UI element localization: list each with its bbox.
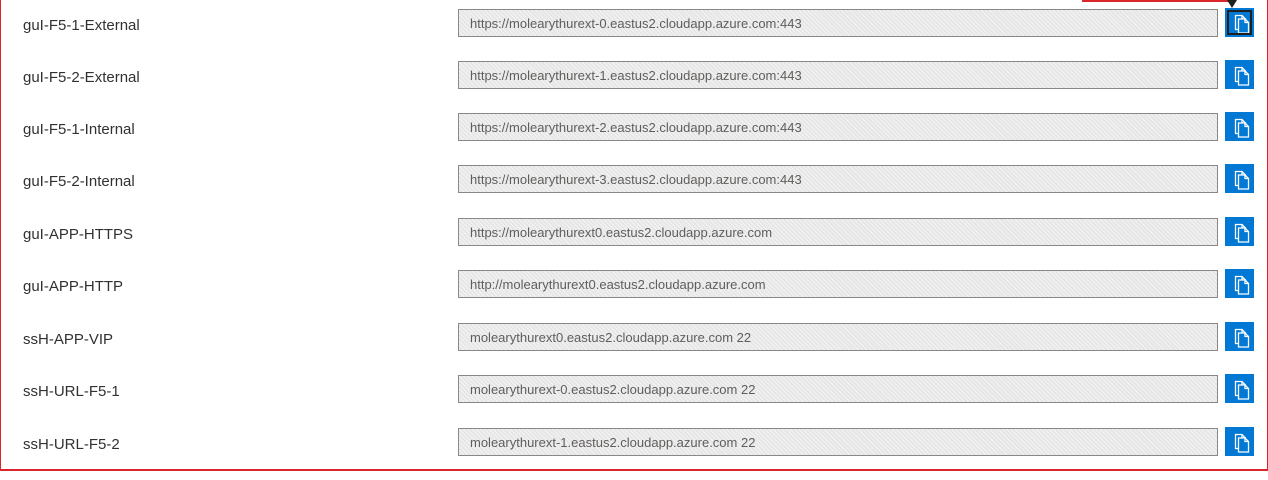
copy-to-clipboard-button[interactable] [1225, 60, 1254, 89]
cursor-pointer-icon [1227, 0, 1237, 8]
output-label: guI-APP-HTTPS [23, 226, 134, 243]
output-value-field[interactable] [458, 428, 1218, 456]
output-value-field[interactable] [458, 323, 1218, 351]
copy-to-clipboard-button[interactable] [1225, 374, 1254, 403]
copy-icon [1234, 223, 1250, 243]
copy-to-clipboard-button[interactable] [1225, 8, 1254, 37]
copy-to-clipboard-button[interactable] [1225, 322, 1254, 351]
output-label: guI-F5-2-External [23, 69, 140, 86]
output-row-gui-f5-2-external: guI-F5-2-External [0, 60, 1268, 113]
output-label: ssH-URL-F5-1 [23, 383, 120, 400]
output-label: guI-F5-1-External [23, 17, 140, 34]
output-row-gui-f5-1-external: guI-F5-1-External [0, 8, 1268, 61]
output-row-gui-f5-1-internal: guI-F5-1-Internal [0, 112, 1268, 165]
output-label: guI-F5-1-Internal [23, 121, 135, 138]
output-label: guI-F5-2-Internal [23, 173, 135, 190]
output-value-field[interactable] [458, 375, 1218, 403]
output-label: ssH-URL-F5-2 [23, 436, 120, 453]
copy-to-clipboard-button[interactable] [1225, 269, 1254, 298]
copy-icon [1234, 380, 1250, 400]
copy-icon [1234, 275, 1250, 295]
output-row-ssh-url-f5-1: ssH-URL-F5-1 [0, 374, 1268, 427]
output-value-field[interactable] [458, 113, 1218, 141]
copy-to-clipboard-button[interactable] [1225, 427, 1254, 456]
copy-to-clipboard-button[interactable] [1225, 112, 1254, 141]
output-value-field[interactable] [458, 9, 1218, 37]
output-row-gui-app-http: guI-APP-HTTP [0, 269, 1268, 322]
copy-icon [1234, 170, 1250, 190]
output-row-ssh-app-vip: ssH-APP-VIP [0, 322, 1268, 375]
copy-to-clipboard-button[interactable] [1225, 217, 1254, 246]
copy-icon [1234, 118, 1250, 138]
output-value-field[interactable] [458, 61, 1218, 89]
output-row-gui-app-https: guI-APP-HTTPS [0, 217, 1268, 270]
copy-icon [1234, 433, 1250, 453]
copy-icon [1234, 66, 1250, 86]
copy-icon [1234, 14, 1250, 34]
output-row-ssh-url-f5-2: ssH-URL-F5-2 [0, 427, 1268, 480]
output-row-gui-f5-2-internal: guI-F5-2-Internal [0, 164, 1268, 217]
output-label: ssH-APP-VIP [23, 331, 114, 348]
top-accent-line [1082, 0, 1232, 2]
output-value-field[interactable] [458, 165, 1218, 193]
copy-icon [1234, 328, 1250, 348]
copy-to-clipboard-button[interactable] [1225, 164, 1254, 193]
output-label: guI-APP-HTTP [23, 278, 124, 295]
output-value-field[interactable] [458, 270, 1218, 298]
output-value-field[interactable] [458, 218, 1218, 246]
